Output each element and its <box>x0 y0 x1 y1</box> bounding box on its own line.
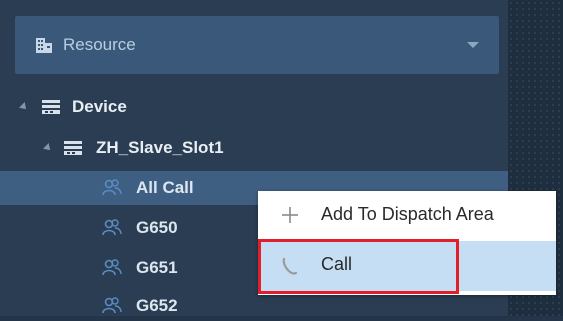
menu-item-label: Add To Dispatch Area <box>321 204 494 224</box>
group-icon <box>102 219 122 236</box>
annotation-highlight-box <box>258 239 459 294</box>
group-icon <box>102 179 122 196</box>
tree-node-label: ZH_Slave_Slot1 <box>96 138 224 157</box>
tree-item-label: G652 <box>136 296 178 315</box>
tree-node-slot[interactable]: ZH_Slave_Slot1 <box>0 133 508 163</box>
resource-dropdown[interactable]: Resource <box>15 16 499 74</box>
tree-item-label: G651 <box>136 258 178 277</box>
device-icon <box>42 100 60 114</box>
device-icon <box>64 141 82 155</box>
expand-arrow-icon[interactable] <box>19 102 29 112</box>
plus-icon <box>282 207 298 223</box>
menu-item-add-to-dispatch-area[interactable]: Add To Dispatch Area <box>258 191 556 241</box>
tree-node-label: Device <box>72 97 127 116</box>
building-icon <box>36 38 52 53</box>
resource-dropdown-label: Resource <box>63 35 136 54</box>
tree-node-device[interactable]: Device <box>0 92 508 122</box>
group-icon <box>102 259 122 276</box>
chevron-down-icon[interactable] <box>467 42 479 48</box>
group-icon <box>102 297 122 314</box>
tree-item-label: G650 <box>136 218 178 237</box>
tree-item-g652[interactable]: G652 <box>0 291 508 321</box>
expand-arrow-icon[interactable] <box>43 143 53 153</box>
tree-item-label: All Call <box>136 178 194 197</box>
